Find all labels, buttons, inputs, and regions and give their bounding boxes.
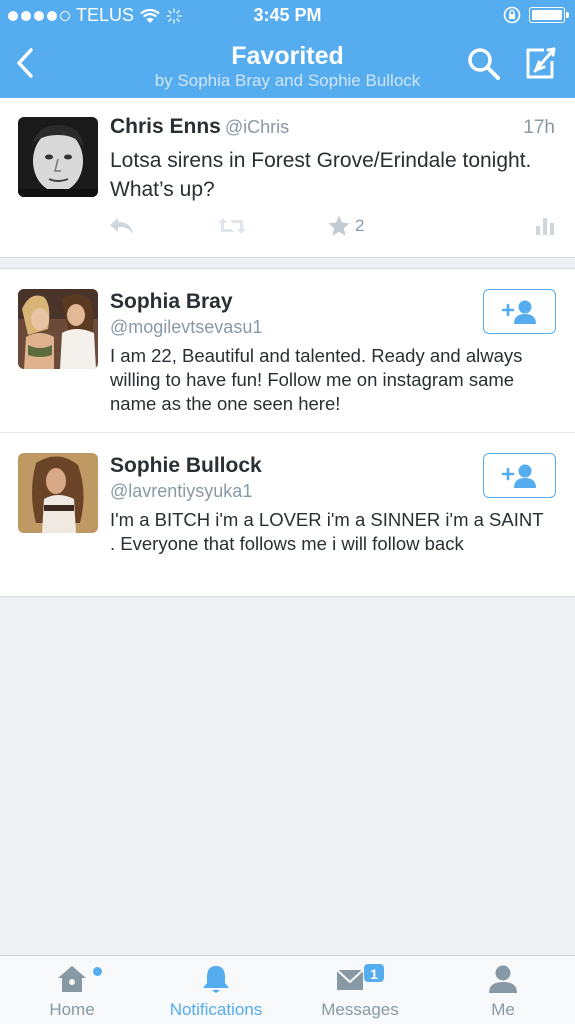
user-avatar[interactable] <box>18 453 98 533</box>
reply-icon[interactable] <box>108 215 136 237</box>
tab-me-label: Me <box>491 1000 515 1019</box>
rotation-lock-icon <box>503 6 521 24</box>
user-handle: @lavrentiysyuka1 <box>110 481 253 501</box>
favorite-action[interactable]: 2 <box>327 214 364 238</box>
status-bar: TELUS 3:45 PM <box>0 0 575 32</box>
user-card[interactable]: Sophie Bullock @lavrentiysyuka1 I'm a BI… <box>0 433 575 597</box>
tweet-author-handle: @iChris <box>224 117 290 137</box>
user-bio: I am 22, Beautiful and talented. Ready a… <box>110 345 523 414</box>
compose-button[interactable] <box>522 44 558 82</box>
status-right <box>503 6 569 24</box>
tweet-author[interactable]: Chris Enns @iChris <box>110 115 289 139</box>
tweet-timestamp: 17h <box>523 117 555 138</box>
user-card[interactable]: Sophia Bray @mogilevtsevasu1 I am 22, Be… <box>0 268 575 433</box>
follow-button[interactable] <box>483 453 556 498</box>
tweet-card[interactable]: Chris Enns @iChris 17h Lotsa sirens in Fo… <box>0 98 575 258</box>
tab-home[interactable]: Home <box>22 956 122 1024</box>
status-time: 3:45 PM <box>253 5 322 25</box>
favorite-count: 2 <box>355 216 365 235</box>
user-name[interactable]: Sophie Bullock <box>110 454 262 478</box>
retweet-icon[interactable] <box>216 215 248 237</box>
bell-icon <box>203 966 229 993</box>
home-icon <box>58 966 86 992</box>
messages-badge: 1 <box>363 963 385 983</box>
tweet-author-name: Chris Enns <box>110 115 221 138</box>
tweet-text: Lotsa sirens in Forest Grove/Erindale to… <box>110 149 532 201</box>
user-name[interactable]: Sophia Bray <box>110 290 233 314</box>
tab-bar: Home Notifications 1 Messages Me <box>0 955 575 1024</box>
user-handle: @mogilevtsevasu1 <box>110 317 263 337</box>
star-icon <box>328 215 350 236</box>
nav-header: TELUS 3:45 PM Favorited by Sophia Bray a… <box>0 0 575 98</box>
follow-button[interactable] <box>483 289 556 334</box>
profile-icon <box>489 965 517 993</box>
user-avatar[interactable] <box>18 289 98 369</box>
tab-messages[interactable]: 1 Messages <box>310 956 410 1024</box>
home-new-dot <box>93 967 102 976</box>
tab-notifications[interactable]: Notifications <box>156 956 276 1024</box>
battery-icon <box>529 7 569 23</box>
tab-me[interactable]: Me <box>453 956 553 1024</box>
add-user-icon <box>501 300 536 324</box>
tab-home-label: Home <box>49 1000 95 1019</box>
search-button[interactable] <box>466 46 502 82</box>
analytics-icon[interactable] <box>535 216 555 236</box>
tab-messages-label: Messages <box>321 1000 399 1019</box>
tweet-author-avatar[interactable] <box>18 117 98 197</box>
tab-notifications-label: Notifications <box>169 1000 263 1019</box>
user-bio: I'm a BITCH i'm a LOVER i'm a SINNER i'm… <box>110 509 544 554</box>
add-user-icon <box>501 464 536 488</box>
